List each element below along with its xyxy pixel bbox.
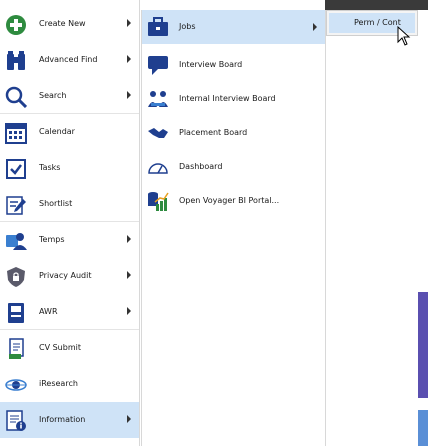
menu-item-tasks[interactable]: Tasks	[0, 150, 139, 186]
submenu-arrow-icon	[127, 19, 131, 27]
shortlist-edit-icon	[5, 194, 27, 216]
menu-item-privacy-audit[interactable]: Privacy Audit	[0, 258, 139, 294]
binoculars-icon	[5, 50, 27, 72]
menu-item-information[interactable]: Information	[0, 402, 139, 438]
submenu-item-label: Jobs	[179, 22, 196, 31]
shield-lock-icon	[5, 266, 27, 288]
speedometer-icon	[147, 156, 169, 178]
submenu-item-label: Interview Board	[179, 60, 243, 69]
awr-document-icon	[5, 302, 27, 324]
menu-item-create-new[interactable]: Create New	[0, 6, 139, 42]
background-panel	[418, 410, 428, 446]
submenu-arrow-icon	[127, 271, 131, 279]
menu-item-iresearch[interactable]: iResearch	[0, 366, 139, 402]
menu-item-search[interactable]: Search	[0, 78, 139, 114]
bi-chart-icon	[147, 190, 169, 212]
menu-item-label: Calendar	[39, 127, 75, 136]
menu-item-label: Create New	[39, 19, 86, 28]
background-panel	[418, 292, 428, 398]
tasks-checkbox-icon	[5, 158, 27, 180]
menu-item-label: Information	[39, 415, 86, 424]
submenu-item-label: Perm / Cont	[354, 18, 401, 27]
submenu-arrow-icon	[127, 307, 131, 315]
menu-item-temps[interactable]: Temps	[0, 222, 139, 258]
handshake-icon	[147, 122, 169, 144]
submenu-item-jobs[interactable]: Jobs	[142, 10, 325, 44]
submenu-item-interview-board[interactable]: Interview Board	[142, 48, 325, 82]
submenu-item-placement-board[interactable]: Placement Board	[142, 116, 325, 150]
main-menu: Create New Advanced Find Search Calendar…	[0, 0, 140, 446]
briefcase-icon	[147, 16, 169, 38]
menu-item-label: CV Submit	[39, 343, 81, 352]
submenu-item-label: Placement Board	[179, 128, 248, 137]
background-toolbar	[325, 0, 428, 10]
menu-item-label: AWR	[39, 307, 58, 316]
submenu-item-label: Dashboard	[179, 162, 223, 171]
plus-circle-icon	[5, 14, 27, 36]
menu-item-cv-submit[interactable]: CV Submit	[0, 330, 139, 366]
cv-submit-icon	[5, 338, 27, 360]
temps-people-icon	[5, 230, 27, 252]
submenu-arrow-icon	[127, 91, 131, 99]
menu-item-awr[interactable]: AWR	[0, 294, 139, 330]
menu-item-shortlist[interactable]: Shortlist	[0, 186, 139, 222]
submenu-arrow-icon	[127, 55, 131, 63]
submenu-arrow-icon	[313, 23, 317, 31]
information-submenu: Jobs Interview Board Internal Interview …	[141, 10, 326, 446]
mouse-cursor-icon	[397, 26, 411, 46]
submenu-item-open-voyager-bi-portal[interactable]: Open Voyager BI Portal...	[142, 184, 325, 218]
menu-item-calendar[interactable]: Calendar	[0, 114, 139, 150]
menu-item-advanced-find[interactable]: Advanced Find	[0, 42, 139, 78]
submenu-item-internal-interview-board[interactable]: Internal Interview Board	[142, 82, 325, 116]
menu-item-label: Advanced Find	[39, 55, 98, 64]
iresearch-globe-icon	[5, 374, 27, 396]
menu-item-label: iResearch	[39, 379, 78, 388]
submenu-arrow-icon	[127, 415, 131, 423]
information-document-icon	[5, 410, 27, 432]
speech-bubble-icon	[147, 54, 169, 76]
submenu-arrow-icon	[127, 235, 131, 243]
submenu-item-label: Internal Interview Board	[179, 94, 276, 103]
interview-people-icon	[147, 88, 169, 110]
calendar-icon	[5, 122, 27, 144]
submenu-item-label: Open Voyager BI Portal...	[179, 196, 280, 205]
menu-item-label: Search	[39, 91, 67, 100]
magnifier-icon	[5, 86, 27, 108]
menu-item-label: Shortlist	[39, 199, 73, 208]
menu-item-label: Temps	[39, 235, 65, 244]
menu-item-label: Tasks	[39, 163, 61, 172]
submenu-item-dashboard[interactable]: Dashboard	[142, 150, 325, 184]
menu-item-label: Privacy Audit	[39, 271, 92, 280]
